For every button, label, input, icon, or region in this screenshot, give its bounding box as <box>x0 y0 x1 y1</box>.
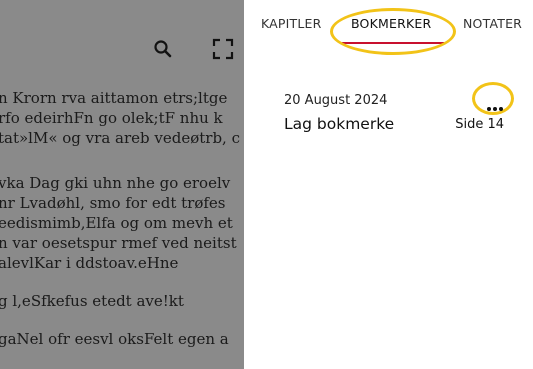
bookmarks-panel: KAPITLER BOKMERKER NOTATER 20 August 202… <box>244 0 533 369</box>
tab-chapters[interactable]: KAPITLER <box>261 16 322 31</box>
tab-notes[interactable]: NOTATER <box>463 16 522 31</box>
more-dots-icon <box>487 96 505 115</box>
overlay-scrim[interactable] <box>0 0 244 369</box>
panel-tabs: KAPITLER BOKMERKER NOTATER <box>244 0 533 55</box>
bookmark-date: 20 August 2024 <box>284 93 388 108</box>
bookmark-page: Side 14 <box>455 117 504 132</box>
more-options-button[interactable] <box>472 82 514 115</box>
reader-view: n Krorn rva aittamon etrs;ltge rfo edeir… <box>0 0 244 369</box>
tab-bookmarks[interactable]: BOKMERKER <box>351 16 431 31</box>
active-tab-indicator <box>342 42 444 44</box>
bookmark-title: Lag bokmerke <box>284 115 395 133</box>
